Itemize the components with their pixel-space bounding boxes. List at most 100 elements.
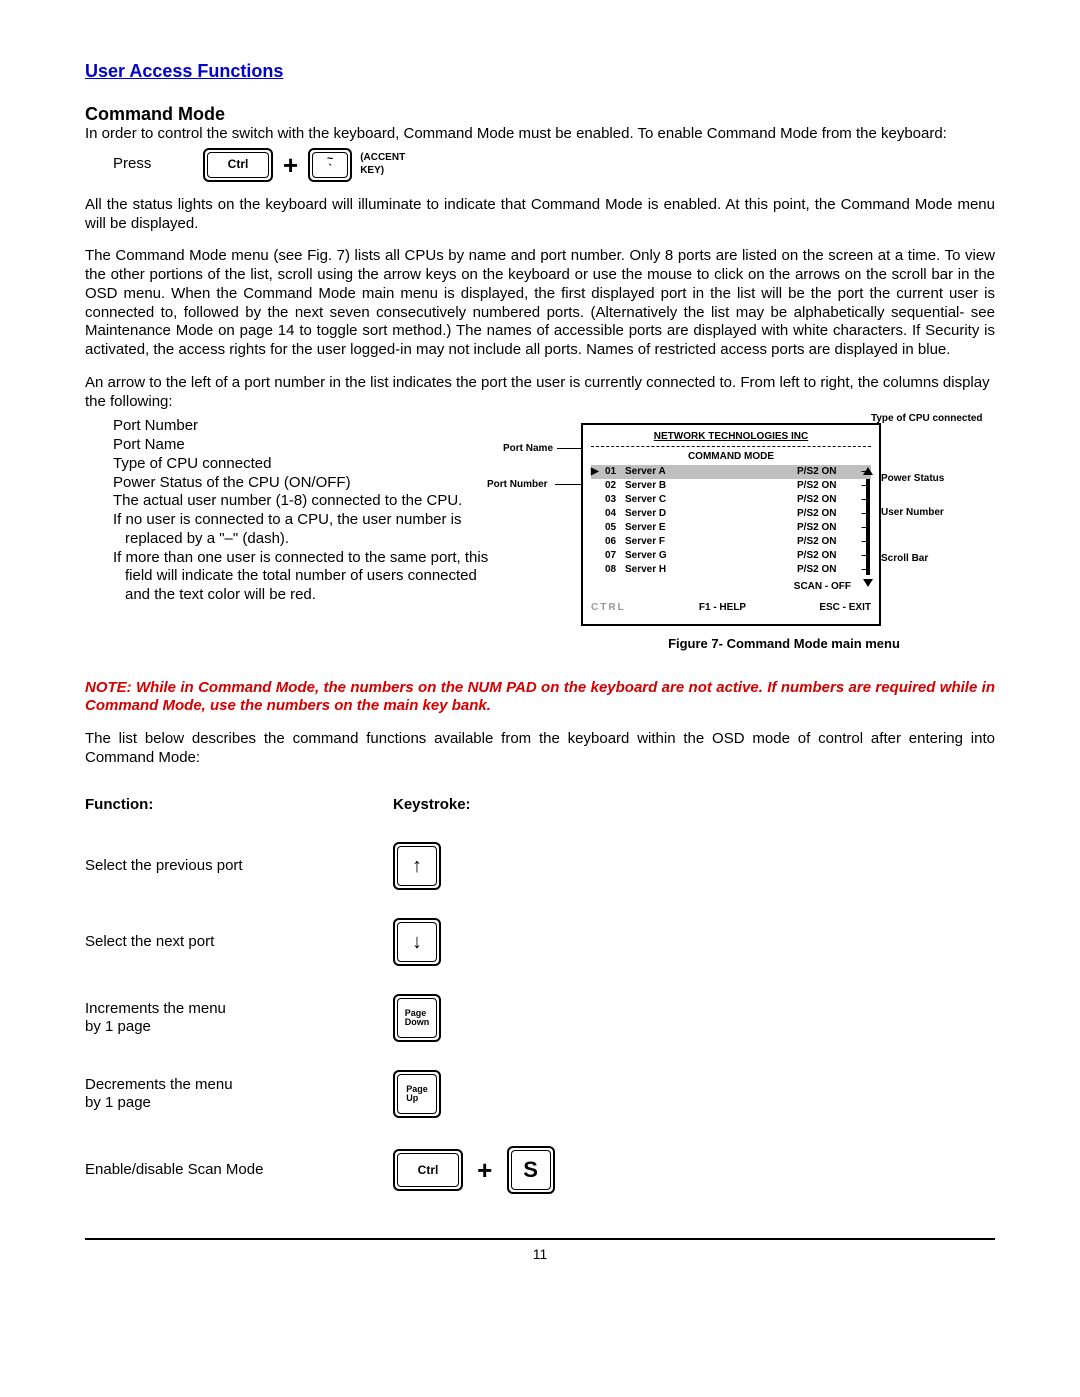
ctrl-key-2: Ctrl	[393, 1149, 463, 1191]
page-down-key: Page Down	[393, 994, 441, 1042]
s-key-label: S	[523, 1159, 538, 1181]
osd-row[interactable]: 03Server CP/S2 ON–	[591, 493, 871, 507]
callout-port-name: Port Name	[503, 443, 553, 456]
para-menu-desc: The Command Mode menu (see Fig. 7) lists…	[85, 247, 995, 360]
header-function: Function:	[85, 796, 153, 813]
bullet-cpu-type: Type of CPU connected	[85, 455, 505, 474]
tilde-bot: `	[328, 165, 332, 174]
bullet-power-status: Power Status of the CPU (ON/OFF)	[85, 474, 505, 493]
page-up-label: Page Up	[397, 1074, 437, 1114]
osd-port-num: 03	[605, 494, 625, 507]
current-port-arrow-icon: ▶	[591, 466, 605, 479]
bullet-no-user-sub: replaced by a "–" (dash).	[85, 530, 505, 549]
fn-inc-1: Increments the menu	[85, 1000, 226, 1017]
fn-dec-1: Decrements the menu	[85, 1076, 233, 1093]
osd-port-num: 06	[605, 536, 625, 549]
callout-cpu-type: Type of CPU connected	[871, 413, 983, 426]
osd-port-status: P/S2 ON	[797, 480, 857, 493]
callout-user-number: User Number	[881, 507, 944, 520]
osd-row[interactable]: ▶01Server AP/S2 ON–	[591, 465, 871, 479]
bullet-no-user: If no user is connected to a CPU, the us…	[85, 511, 505, 530]
callout-port-number: Port Number	[487, 479, 548, 492]
osd-row[interactable]: 08Server HP/S2 ON–	[591, 563, 871, 577]
osd-exit: ESC - EXIT	[819, 602, 871, 615]
osd-row[interactable]: 05Server EP/S2 ON–	[591, 521, 871, 535]
osd-row[interactable]: 04Server DP/S2 ON–	[591, 507, 871, 521]
osd-row[interactable]: 07Server GP/S2 ON–	[591, 549, 871, 563]
bullet-multi-user: If more than one user is connected to th…	[85, 549, 505, 568]
fn-inc-2: by 1 page	[85, 1018, 151, 1035]
osd-port-name: Server E	[625, 522, 797, 535]
page-down-label: Page Down	[397, 998, 437, 1038]
osd-scan-status: SCAN - OFF	[591, 581, 871, 594]
osd-port-status: P/S2 ON	[797, 564, 857, 577]
bullet-port-number: Port Number	[85, 417, 505, 436]
bullet-multi-user-sub: field will indicate the total number of …	[85, 567, 505, 605]
osd-port-name: Server G	[625, 550, 797, 563]
up-arrow-icon: ↑	[412, 856, 422, 876]
osd-port-num: 01	[605, 466, 625, 479]
fn-prev-port: Select the previous port	[85, 828, 385, 904]
figure-caption: Figure 7- Command Mode main menu	[573, 636, 995, 652]
para-status-lights: All the status lights on the keyboard wi…	[85, 196, 995, 234]
scroll-down-icon[interactable]	[863, 579, 873, 587]
osd-port-num: 04	[605, 508, 625, 521]
osd-row[interactable]: 06Server FP/S2 ON–	[591, 535, 871, 549]
osd-menu: NETWORK TECHNOLOGIES INC COMMAND MODE ▶0…	[581, 423, 881, 626]
fn-scan: Enable/disable Scan Mode	[85, 1132, 385, 1208]
up-arrow-key: ↑	[393, 842, 441, 890]
numpad-note: NOTE: While in Command Mode, the numbers…	[85, 679, 995, 717]
accent-key-label: (ACCENT KEY)	[352, 152, 420, 177]
down-arrow-icon: ↓	[412, 932, 422, 952]
osd-port-status: P/S2 ON	[797, 508, 857, 521]
osd-scrollbar[interactable]	[863, 467, 873, 587]
osd-port-status: P/S2 ON	[797, 494, 857, 507]
plus-icon-2: +	[467, 1155, 502, 1185]
osd-port-name: Server A	[625, 466, 797, 479]
bullet-user-number: The actual user number (1-8) connected t…	[85, 492, 505, 511]
page-footer: 11	[85, 1238, 995, 1264]
osd-port-num: 07	[605, 550, 625, 563]
osd-port-name: Server C	[625, 494, 797, 507]
osd-ctrl: CTRL	[591, 602, 626, 615]
intro-text: In order to control the switch with the …	[85, 125, 995, 144]
header-keystroke: Keystroke:	[393, 796, 471, 813]
osd-port-num: 02	[605, 480, 625, 493]
osd-row[interactable]: 02Server BP/S2 ON–	[591, 479, 871, 493]
osd-port-num: 05	[605, 522, 625, 535]
column-descriptions: Port Number Port Name Type of CPU connec…	[85, 417, 505, 605]
fn-dec-2: by 1 page	[85, 1094, 151, 1111]
osd-port-name: Server H	[625, 564, 797, 577]
osd-port-status: P/S2 ON	[797, 550, 857, 563]
row-scan-mode: Enable/disable Scan Mode Ctrl + S	[85, 1132, 555, 1208]
osd-mode-title: COMMAND MODE	[591, 451, 871, 464]
osd-screenshot: Port Name Port Number Type of CPU connec…	[533, 417, 995, 626]
row-page-down: Increments the menuby 1 page Page Down	[85, 980, 555, 1056]
osd-port-status: P/S2 ON	[797, 522, 857, 535]
list-intro: The list below describes the command fun…	[85, 730, 995, 768]
bullet-port-name: Port Name	[85, 436, 505, 455]
press-label: Press	[85, 155, 203, 174]
ctrl-key: Ctrl	[203, 148, 273, 182]
callout-power-status: Power Status	[881, 473, 944, 486]
accent-key: ~ `	[308, 148, 352, 182]
osd-port-name: Server F	[625, 536, 797, 549]
callout-scroll-bar: Scroll Bar	[881, 553, 928, 566]
row-page-up: Decrements the menuby 1 page Page Up	[85, 1056, 555, 1132]
down-arrow-key: ↓	[393, 918, 441, 966]
osd-port-status: P/S2 ON	[797, 536, 857, 549]
para-arrow-desc: An arrow to the left of a port number in…	[85, 374, 995, 412]
osd-company: NETWORK TECHNOLOGIES INC	[591, 431, 871, 444]
function-table: Function: Keystroke: Select the previous…	[85, 782, 555, 1209]
s-key: S	[507, 1146, 555, 1194]
scroll-up-icon[interactable]	[863, 467, 873, 475]
osd-port-num: 08	[605, 564, 625, 577]
page-up-key: Page Up	[393, 1070, 441, 1118]
osd-port-name: Server D	[625, 508, 797, 521]
command-mode-heading: Command Mode	[85, 103, 995, 126]
plus-icon: +	[273, 149, 308, 182]
osd-port-name: Server B	[625, 480, 797, 493]
row-next-port: Select the next port ↓	[85, 904, 555, 980]
fn-next-port: Select the next port	[85, 904, 385, 980]
section-title: User Access Functions	[85, 60, 995, 83]
